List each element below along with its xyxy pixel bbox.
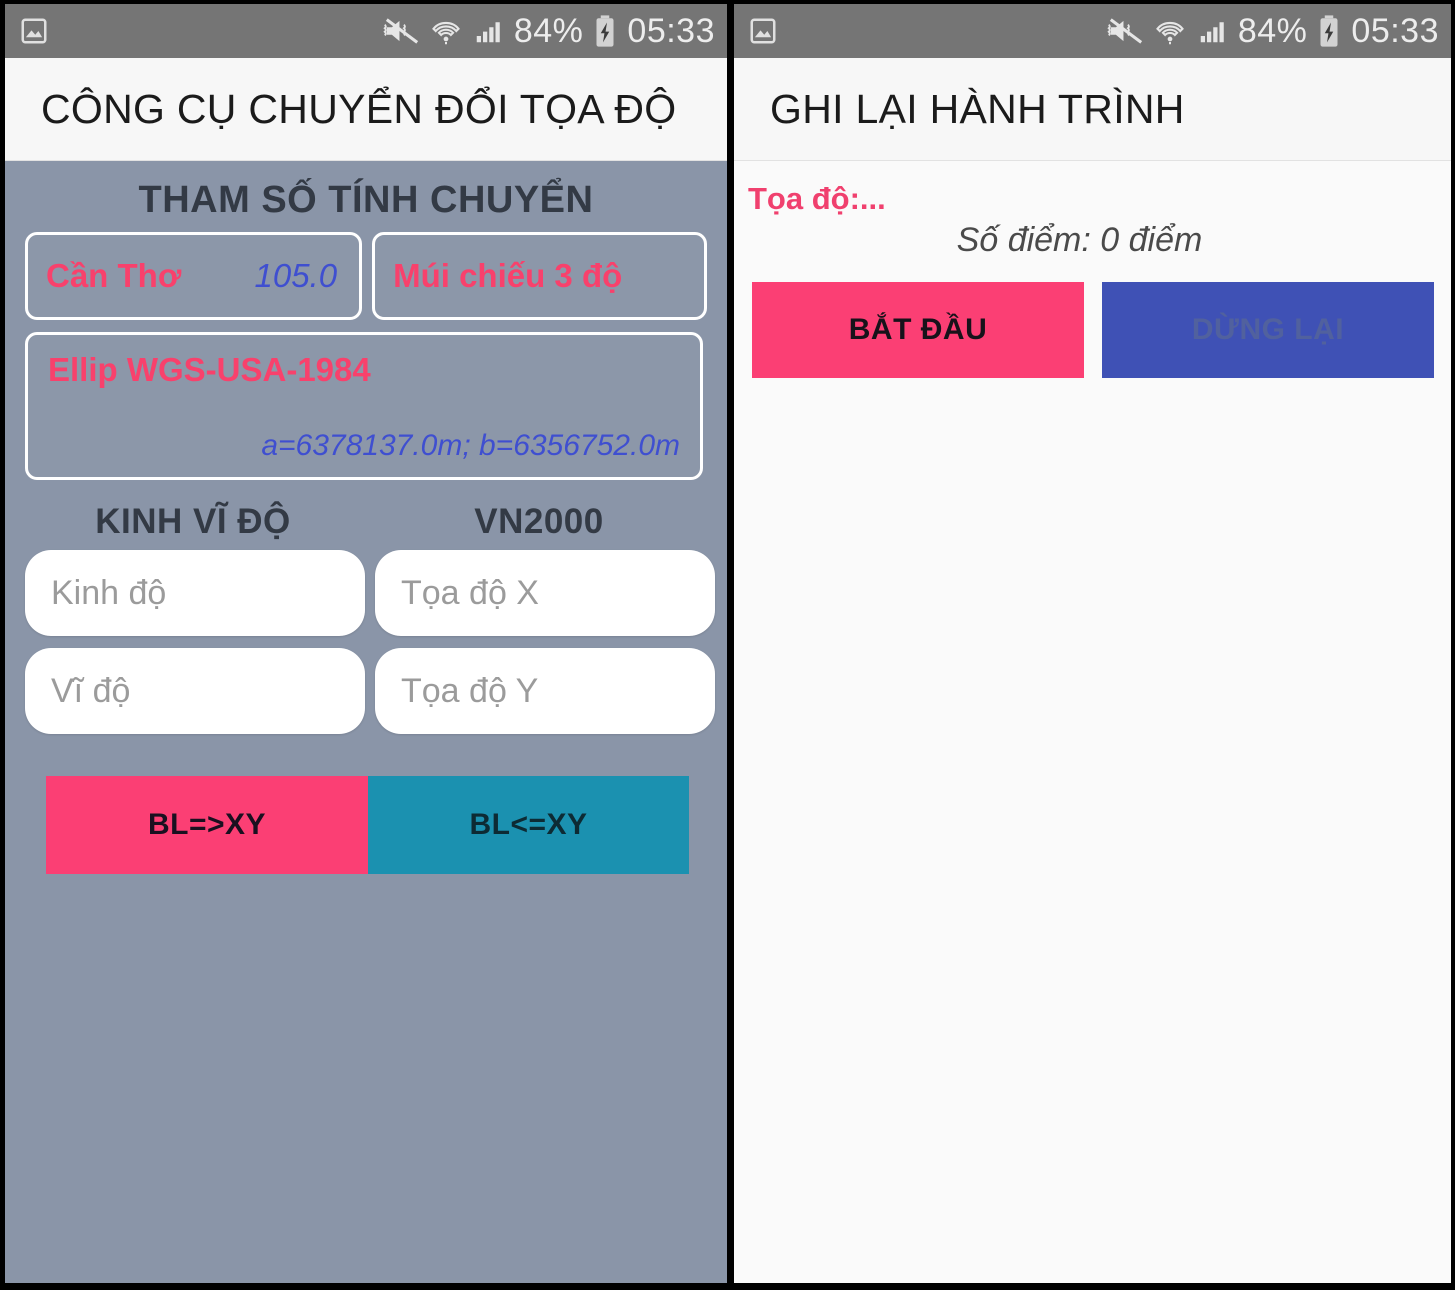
city-meridian-selector[interactable]: Cần Thơ 105.0 bbox=[25, 232, 363, 320]
meridian-value: 105.0 bbox=[254, 257, 338, 294]
battery-percent-label: 84% bbox=[513, 11, 584, 50]
page-title-left: CÔNG CỤ CHUYỂN ĐỔI TỌA ĐỘ bbox=[41, 85, 677, 132]
convert-bl-to-xy-button[interactable]: BL=>XY bbox=[46, 776, 368, 874]
page-title-right: GHI LẠI HÀNH TRÌNH bbox=[770, 85, 1185, 132]
clock-label: 05:33 bbox=[1351, 11, 1439, 50]
app-bar-right: GHI LẠI HÀNH TRÌNH bbox=[734, 58, 1451, 161]
mute-vibrate-icon bbox=[1107, 15, 1145, 47]
wifi-icon bbox=[1154, 16, 1186, 46]
coordinate-x-input[interactable] bbox=[375, 550, 715, 636]
points-count-label: Số điểm: 0 điểm bbox=[956, 221, 1203, 259]
column-header-latlon: KINH VĨ ĐỘ bbox=[95, 502, 291, 541]
column-header-vn2000: VN2000 bbox=[474, 502, 604, 541]
convert-button-row: BL=>XY BL<=XY bbox=[46, 776, 689, 874]
battery-percent-label: 84% bbox=[1237, 11, 1308, 50]
app-bar-left: CÔNG CỤ CHUYỂN ĐỔI TỌA ĐỘ bbox=[5, 58, 727, 161]
image-icon bbox=[19, 16, 49, 46]
dual-screenshot-container: 84% 05:33 CÔNG CỤ CHUYỂN ĐỔI TỌA ĐỘ THAM… bbox=[0, 0, 1455, 1290]
battery-charging-icon bbox=[592, 14, 618, 48]
track-button-row: BẮT ĐẦU DỪNG LẠI bbox=[734, 282, 1451, 378]
right-phone-screen: 84% 05:33 GHI LẠI HÀNH TRÌNH Tọa độ:... … bbox=[727, 0, 1455, 1290]
clock-label: 05:33 bbox=[627, 11, 715, 50]
city-label: Cần Thơ bbox=[46, 257, 182, 294]
vn2000-field-column bbox=[375, 550, 715, 734]
stop-tracking-button[interactable]: DỪNG LẠI bbox=[1102, 282, 1434, 378]
ellipsoid-name: Ellip WGS-USA-1984 bbox=[48, 351, 371, 388]
status-bar-right: 84% 05:33 bbox=[734, 4, 1451, 58]
coordinate-y-input[interactable] bbox=[375, 648, 715, 734]
wifi-icon bbox=[430, 16, 462, 46]
battery-charging-icon bbox=[1316, 14, 1342, 48]
zone-label: Múi chiếu 3 độ bbox=[393, 257, 623, 294]
converter-body: THAM SỐ TÍNH CHUYỂN Cần Thơ 105.0 Múi ch… bbox=[5, 161, 727, 1283]
track-record-body: Tọa độ:... Số điểm: 0 điểm BẮT ĐẦU DỪNG … bbox=[734, 161, 1451, 1283]
ellipsoid-selector[interactable]: Ellip WGS-USA-1984 a=6378137.0m; b=63567… bbox=[25, 332, 703, 480]
section-title-params: THAM SỐ TÍNH CHUYỂN bbox=[138, 179, 594, 221]
cellular-signal-icon bbox=[471, 16, 505, 46]
ellipsoid-params: a=6378137.0m; b=6356752.0m bbox=[261, 429, 680, 462]
start-tracking-button[interactable]: BẮT ĐẦU bbox=[752, 282, 1084, 378]
mute-vibrate-icon bbox=[383, 15, 421, 47]
left-phone-screen: 84% 05:33 CÔNG CỤ CHUYỂN ĐỔI TỌA ĐỘ THAM… bbox=[0, 0, 727, 1290]
latitude-input[interactable] bbox=[25, 648, 365, 734]
cellular-signal-icon bbox=[1195, 16, 1229, 46]
longitude-input[interactable] bbox=[25, 550, 365, 636]
latlon-field-column bbox=[25, 550, 365, 734]
image-icon bbox=[748, 16, 778, 46]
zone-selector[interactable]: Múi chiếu 3 độ bbox=[372, 232, 707, 320]
current-coordinate-label: Tọa độ:... bbox=[748, 181, 886, 216]
status-bar-left: 84% 05:33 bbox=[5, 4, 727, 58]
convert-xy-to-bl-button[interactable]: BL<=XY bbox=[368, 776, 689, 874]
param-row: Cần Thơ 105.0 Múi chiếu 3 độ bbox=[25, 232, 707, 320]
coordinate-fields bbox=[25, 550, 715, 734]
column-headers: KINH VĨ ĐỘ VN2000 bbox=[25, 502, 707, 542]
